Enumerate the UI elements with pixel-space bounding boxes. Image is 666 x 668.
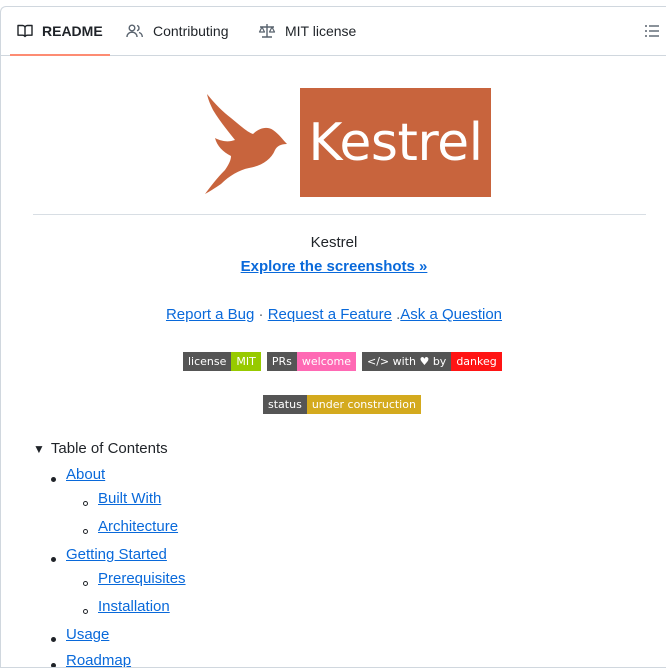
report-bug-link[interactable]: Report a Bug	[166, 306, 254, 323]
tab-readme[interactable]: README	[17, 7, 103, 55]
explore-screenshots-link[interactable]: Explore the screenshots »	[1, 258, 666, 275]
toc-summary-label: Table of Contents	[50, 440, 168, 457]
toc-item-prerequisites[interactable]: Prerequisites	[98, 570, 186, 587]
toc-item-architecture[interactable]: Architecture	[98, 518, 178, 535]
tab-label: README	[42, 23, 103, 39]
badge-value: welcome	[296, 352, 356, 371]
toc-summary[interactable]: ▼ Table of Contents	[33, 440, 168, 457]
readme-panel: README Contributing MIT license Kestrel …	[0, 6, 666, 668]
kestrel-bird-icon	[205, 94, 287, 194]
sub-bullet	[83, 501, 88, 506]
support-links: Report a Bug · Request a Feature .Ask a …	[1, 306, 666, 323]
status-badge[interactable]: status under construction	[263, 395, 421, 414]
prs-welcome-badge[interactable]: PRs welcome	[266, 352, 356, 371]
law-scale-icon	[258, 24, 276, 38]
active-tab-indicator	[10, 54, 110, 56]
list-unordered-icon	[645, 25, 659, 37]
badge-label: status	[263, 395, 307, 414]
request-feature-link[interactable]: Request a Feature	[268, 306, 392, 323]
bullet	[51, 477, 56, 482]
badge-row: license MIT PRs welcome </> with ♥ by da…	[183, 352, 502, 371]
sub-bullet	[83, 581, 88, 586]
disclosure-triangle-icon: ▼	[33, 441, 45, 456]
badge-label: license	[183, 352, 232, 371]
people-icon	[126, 24, 143, 38]
toc-item-getting-started[interactable]: Getting Started	[66, 546, 167, 563]
logo-wordmark: Kestrel	[308, 112, 483, 173]
separator: ·	[258, 306, 264, 323]
badge-value: MIT	[231, 352, 261, 371]
sub-bullet	[83, 529, 88, 534]
tab-contributing[interactable]: Contributing	[126, 7, 229, 55]
made-by-badge[interactable]: </> with ♥ by dankeg	[361, 352, 502, 371]
tab-label: MIT license	[285, 23, 357, 39]
project-logo: Kestrel	[201, 88, 493, 200]
bullet	[51, 637, 56, 642]
divider	[33, 214, 646, 215]
tab-label: Contributing	[153, 23, 229, 39]
license-badge[interactable]: license MIT	[183, 352, 261, 371]
project-name: Kestrel	[310, 234, 358, 251]
table-of-contents-button[interactable]	[644, 23, 660, 39]
badge-value: under construction	[306, 395, 421, 414]
toc-item-installation[interactable]: Installation	[98, 598, 170, 615]
badge-value: dankeg	[451, 352, 502, 371]
toc-item-about[interactable]: About	[66, 466, 105, 483]
badge-label: PRs	[266, 352, 297, 371]
tab-bar: README Contributing MIT license	[1, 7, 666, 56]
toc-item-built-with[interactable]: Built With	[98, 490, 161, 507]
ask-question-link[interactable]: Ask a Question	[400, 306, 502, 323]
bullet	[51, 557, 56, 562]
book-icon	[17, 24, 33, 38]
toc-item-usage[interactable]: Usage	[66, 626, 109, 643]
sub-bullet	[83, 609, 88, 614]
tab-license[interactable]: MIT license	[258, 7, 356, 55]
logo-wordmark-box: Kestrel	[300, 88, 491, 197]
badge-label: </> with ♥ by	[361, 352, 452, 371]
